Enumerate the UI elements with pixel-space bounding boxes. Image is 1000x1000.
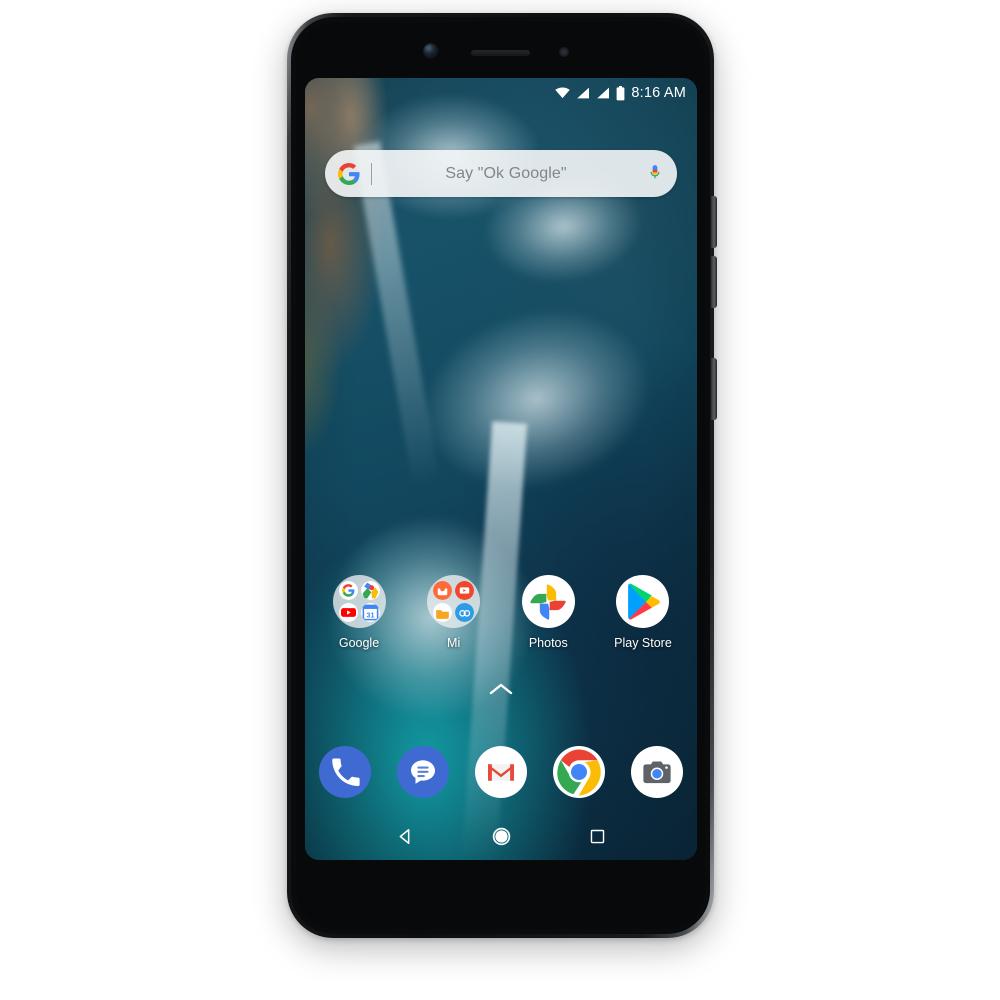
svg-text:31: 31 — [366, 611, 374, 619]
google-calendar-icon: 31 — [360, 603, 380, 622]
app-mi-folder[interactable]: Mi — [412, 575, 496, 650]
mi-browser-icon — [433, 581, 453, 600]
status-bar-clock: 8:16 AM — [631, 85, 686, 101]
mi-folder-icon[interactable] — [427, 575, 481, 628]
google-search-icon — [338, 581, 358, 600]
back-triangle-icon[interactable] — [392, 823, 418, 849]
signal-sim1-icon — [576, 87, 590, 99]
signal-sim2-icon — [596, 87, 610, 99]
app-label: Google — [338, 636, 380, 650]
power-key[interactable] — [711, 358, 717, 420]
google-g-logo — [338, 162, 360, 185]
app-label: Mi — [447, 636, 461, 650]
search-input[interactable]: Say "Ok Google" — [372, 165, 646, 183]
messages-icon[interactable] — [397, 746, 449, 798]
app-google-folder[interactable]: 31 Google — [317, 575, 401, 650]
recents-square-icon[interactable] — [584, 823, 610, 849]
youtube-icon — [338, 603, 358, 622]
dock — [319, 746, 683, 798]
navigation-bar — [305, 812, 697, 860]
phone-icon[interactable] — [319, 746, 371, 798]
app-label: Play Store — [614, 636, 672, 650]
google-search-bar[interactable]: Say "Ok Google" — [325, 150, 677, 197]
app-play-store[interactable]: Play Store — [601, 575, 685, 650]
proximity-sensor — [559, 47, 569, 57]
camera-icon[interactable] — [631, 746, 683, 798]
google-maps-icon — [360, 581, 380, 600]
app-photos[interactable]: Photos — [506, 575, 590, 650]
chrome-icon[interactable] — [553, 746, 605, 798]
battery-icon — [616, 85, 625, 101]
status-bar: 8:16 AM — [305, 78, 697, 108]
earpiece-speaker — [471, 50, 530, 56]
google-photos-icon[interactable] — [521, 575, 575, 628]
microphone-icon[interactable] — [646, 163, 664, 185]
home-screen-app-row: 31 Google Mi Photos Play Store — [317, 575, 685, 650]
volume-up-key[interactable] — [711, 196, 717, 248]
chevron-up-icon[interactable] — [489, 682, 513, 696]
mi-drop-icon — [455, 603, 475, 622]
wifi-icon — [555, 87, 571, 99]
volume-down-key[interactable] — [711, 256, 717, 308]
google-play-store-icon[interactable] — [616, 575, 670, 628]
app-label: Photos — [528, 636, 568, 650]
mi-video-icon — [455, 581, 475, 600]
home-circle-icon[interactable] — [488, 823, 514, 849]
screenshot-canvas: 8:16 AM Say "Ok Google" 31 Google Mi Pho… — [0, 0, 1000, 1000]
front-camera-lens — [424, 44, 437, 57]
google-folder-icon[interactable]: 31 — [332, 575, 386, 628]
phone-screen[interactable]: 8:16 AM Say "Ok Google" 31 Google Mi Pho… — [305, 78, 697, 860]
gmail-icon[interactable] — [475, 746, 527, 798]
mi-file-manager-icon — [433, 603, 453, 622]
